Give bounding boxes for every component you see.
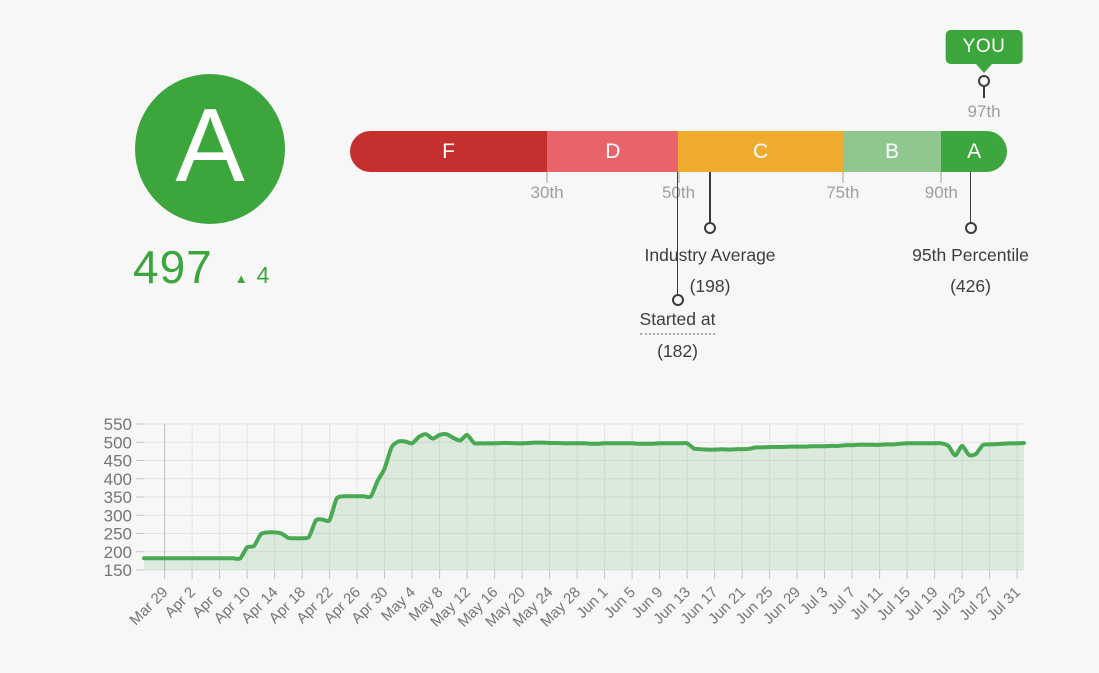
y-axis-label: 300: [104, 506, 132, 525]
you-badge[interactable]: YOU: [946, 30, 1023, 64]
annotation-value: (426): [950, 276, 991, 297]
grade-bar-segment-a: A: [941, 131, 1007, 172]
annotation-value: (182): [657, 341, 698, 362]
grade-bar-segment-f: F: [350, 131, 547, 172]
y-axis-label: 400: [104, 470, 132, 489]
annotation-line: [970, 172, 972, 222]
annotation-circle-icon: [672, 294, 684, 306]
you-percentile-label: 97th: [967, 102, 1000, 122]
y-axis-label: 200: [104, 543, 132, 562]
annotation-value: (198): [690, 276, 731, 297]
you-pin-stem: [983, 87, 985, 98]
y-axis-label: 350: [104, 488, 132, 507]
score-row: 497 ▲ 4: [133, 240, 269, 294]
grade-bar: FDCBA: [350, 131, 1007, 172]
y-axis-label: 500: [104, 433, 132, 452]
delta-up-icon: ▲: [235, 271, 248, 286]
you-pin-circle-icon: [978, 75, 990, 87]
y-axis-label: 550: [104, 415, 132, 434]
x-axis-label: Jun 5: [601, 584, 639, 622]
y-axis-label: 150: [104, 561, 132, 580]
annotation-title[interactable]: Started at: [640, 309, 716, 335]
x-axis-label: Jun 1: [573, 584, 611, 622]
grade-bar-segment-label: A: [967, 140, 981, 164]
score-delta: 4: [257, 262, 270, 289]
annotation-line: [709, 172, 711, 222]
x-axis-label: Apr 2: [162, 584, 199, 621]
bar-tick-stub-90th: [940, 172, 942, 183]
annotation-line: [677, 172, 679, 294]
annotation-title: Industry Average: [645, 245, 776, 266]
score-value: 497: [133, 240, 213, 294]
annotation-title: 95th Percentile: [912, 245, 1029, 266]
bar-tick-stub-30th: [546, 172, 548, 183]
grade-bar-segment-c: C: [678, 131, 842, 172]
chart-area-fill: [144, 434, 1024, 570]
grade-bar-segment-label: B: [885, 140, 899, 164]
grade-bar-segment-label: F: [442, 140, 455, 164]
grade-bar-segment-b: B: [843, 131, 942, 172]
y-axis-label: 450: [104, 452, 132, 471]
bar-tick-stub-75th: [842, 172, 844, 183]
bar-tick-label-90th: 90th: [925, 183, 958, 203]
score-trend-chart[interactable]: 150200250300350400450500550Mar 29Apr 2Ap…: [0, 408, 1099, 673]
grade-bar-segment-label: D: [605, 140, 620, 164]
bar-tick-label-50th: 50th: [662, 183, 695, 203]
y-axis-label: 250: [104, 525, 132, 544]
x-axis-label: Jul 3: [797, 584, 831, 618]
grade-bar-segment-d: D: [547, 131, 678, 172]
grade-letter: A: [175, 94, 244, 198]
bar-tick-label-30th: 30th: [531, 183, 564, 203]
you-badge-arrow-icon: [976, 64, 992, 73]
bar-tick-label-75th: 75th: [826, 183, 859, 203]
grade-circle: A: [135, 74, 285, 224]
grade-bar-segment-label: C: [753, 140, 768, 164]
scorecard-dashboard: A 497 ▲ 4 YOU 97th F D C B A 30th 50th 75th 90t…: [0, 0, 1099, 673]
annotation-circle-icon: [704, 222, 716, 234]
annotation-circle-icon: [965, 222, 977, 234]
